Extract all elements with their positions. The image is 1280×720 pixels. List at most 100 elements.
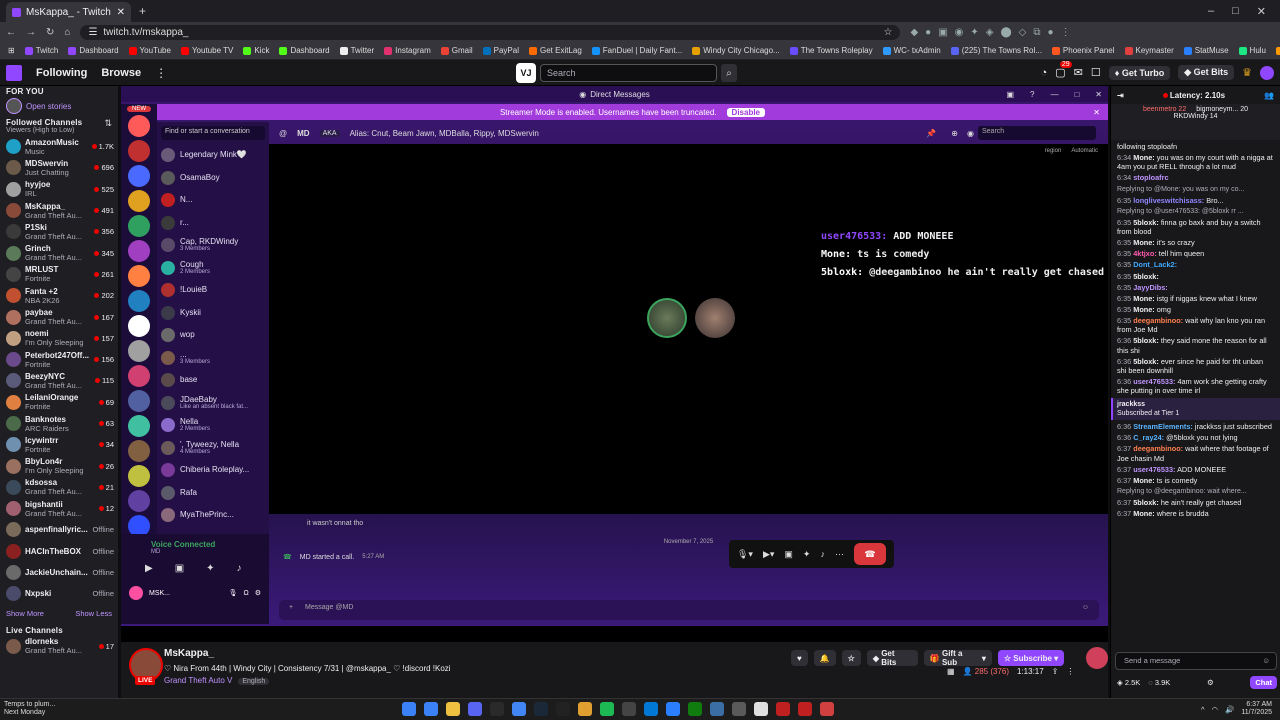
taskbar-app-icon[interactable] xyxy=(710,702,724,716)
wifi-icon[interactable]: ◠ xyxy=(1211,705,1218,714)
server-icon[interactable] xyxy=(128,440,150,462)
game-category[interactable]: Grand Theft Auto V English xyxy=(164,676,270,685)
help-icon[interactable]: ? xyxy=(1030,90,1034,99)
chat-send-button[interactable]: Chat xyxy=(1250,676,1277,689)
taskbar-app-icon[interactable] xyxy=(578,702,592,716)
extension-icon[interactable]: ◆ xyxy=(910,27,918,38)
sidebar-channel-item[interactable]: Banknotes ARC Raiders 63 xyxy=(0,413,118,434)
sidebar-channel-item[interactable]: hyyjoe IRL 525 xyxy=(0,179,118,200)
sidebar-channel-item[interactable]: MDSwervin Just Chatting 696 xyxy=(0,157,118,178)
chat-username[interactable]: 5bloxk: xyxy=(1133,272,1159,281)
menu-icon[interactable]: ⋮ xyxy=(1061,27,1071,38)
server-icon[interactable] xyxy=(128,390,150,412)
sidebar-channel-item[interactable]: paybae Grand Theft Au... 167 xyxy=(0,306,118,327)
get-bits-button[interactable]: ◆ Get Bits xyxy=(1178,65,1235,80)
taskbar-app-icon[interactable] xyxy=(446,702,460,716)
channel-points-2[interactable]: ◌ 3.9K xyxy=(1148,678,1170,687)
forward-icon[interactable]: → xyxy=(26,27,36,38)
server-icon[interactable] xyxy=(128,115,150,137)
sidebar-channel-item[interactable]: Fanta +2 NBA 2K26 202 xyxy=(0,285,118,306)
chat-username[interactable]: user476533: xyxy=(1133,377,1175,386)
dm-item[interactable]: Cough 2 Members xyxy=(157,257,269,280)
sidebar-channel-item[interactable]: Peterbot247Off... Fortnite 156 xyxy=(0,349,118,370)
bookmark-item[interactable]: Twitter xyxy=(339,46,374,55)
get-turbo-button[interactable]: ♦ Get Turbo xyxy=(1108,65,1171,80)
server-icon[interactable] xyxy=(128,490,150,512)
bookmark-item[interactable]: Hulu xyxy=(1238,46,1266,55)
chat-username[interactable]: deegambinoo: xyxy=(1133,316,1183,325)
minimize-icon[interactable]: — xyxy=(1050,90,1058,99)
dm-item[interactable]: r... xyxy=(157,212,269,235)
extensions-icon[interactable]: ▦ xyxy=(947,667,955,676)
crown-icon[interactable]: ♛ xyxy=(1242,66,1252,79)
whispers-icon[interactable]: ☐ xyxy=(1091,66,1101,79)
close-icon[interactable]: ✕ xyxy=(1095,90,1102,99)
add-friend-icon[interactable]: ⊕ xyxy=(951,129,958,138)
sidebar-channel-item[interactable]: aspenfinallyric... Offline xyxy=(0,519,118,540)
apps-icon[interactable]: ⊞ xyxy=(8,46,15,55)
dm-header-search[interactable]: Search xyxy=(978,126,1096,140)
settings-gear-icon[interactable]: ⚙ xyxy=(255,589,261,597)
close-window-icon[interactable]: ✕ xyxy=(1257,5,1266,18)
close-tab-icon[interactable]: ✕ xyxy=(117,7,125,18)
chat-username[interactable]: JayyDibs: xyxy=(1133,283,1167,292)
activities-icon[interactable]: ✦ xyxy=(206,563,214,574)
bookmark-item[interactable]: Get ExitLag xyxy=(528,46,582,55)
subscribe-button[interactable]: ☆ Subscribe ▾ xyxy=(997,650,1065,666)
chat-username[interactable]: Mone: xyxy=(1133,476,1154,485)
self-avatar[interactable] xyxy=(129,586,143,600)
bookmark-item[interactable]: PayPal xyxy=(482,46,519,55)
share-icon[interactable]: ⇪ xyxy=(1052,667,1059,676)
extension-icon[interactable]: ◉ xyxy=(955,27,964,38)
show-less-link[interactable]: Show Less xyxy=(75,609,112,618)
back-icon[interactable]: ← xyxy=(6,27,16,38)
url-bar[interactable]: ☰ twitch.tv/mskappa_ ☆ xyxy=(80,24,901,40)
sub-user[interactable]: jrackkss xyxy=(1117,400,1276,409)
sidebar-channel-item[interactable]: JackieUnchain... Offline xyxy=(0,562,118,583)
bookmark-item[interactable]: Twitch xyxy=(24,46,58,55)
dm-search-input[interactable]: Find or start a conversation xyxy=(161,126,265,140)
message-input[interactable]: + Message @MD ☺ xyxy=(279,600,1099,620)
leaderboard-entry[interactable]: beenmetro 22 xyxy=(1143,106,1186,113)
extension-icon[interactable]: ◈ xyxy=(986,27,994,38)
sidebar-channel-item[interactable]: dlorneks Grand Theft Au... 17 xyxy=(0,636,118,657)
chat-username[interactable]: Mone: xyxy=(1133,294,1154,303)
bookmark-item[interactable]: Gmail xyxy=(440,46,473,55)
mic-icon[interactable]: 🎙 xyxy=(229,589,238,597)
sidebar-channel-item[interactable]: kdsossa Grand Theft Au... 21 xyxy=(0,477,118,498)
sidebar-channel-item[interactable]: P1Ski Grand Theft Au... 356 xyxy=(0,221,118,242)
server-icon[interactable] xyxy=(128,340,150,362)
bookmark-item[interactable]: Dashboard xyxy=(68,46,119,55)
user-avatar[interactable] xyxy=(1260,65,1274,80)
server-icon[interactable] xyxy=(128,215,150,237)
chat-username[interactable]: Dont_Lack2: xyxy=(1133,260,1177,269)
emoji-icon[interactable]: ☺ xyxy=(1082,604,1089,611)
taskbar-app-icon[interactable] xyxy=(600,702,614,716)
pin-icon[interactable]: 📌 xyxy=(926,129,936,138)
maximize-icon[interactable]: □ xyxy=(1232,5,1239,18)
notification-bell-icon[interactable]: 🔔 xyxy=(813,650,836,666)
bookmark-item[interactable]: Instagram xyxy=(384,46,431,55)
server-icon[interactable] xyxy=(128,415,150,437)
call-participant-avatar[interactable] xyxy=(647,298,687,338)
chat-username[interactable]: 4ktjxo: xyxy=(1133,249,1157,258)
taskbar-app-icon[interactable] xyxy=(688,702,702,716)
home-icon[interactable]: ⌂ xyxy=(64,27,70,38)
server-icon[interactable] xyxy=(128,265,150,287)
dm-item[interactable]: Chiberia Roleplay... xyxy=(157,459,269,482)
browser-tab[interactable]: MsKappa_ - Twitch ✕ xyxy=(6,2,131,22)
hype-icon[interactable] xyxy=(1086,647,1108,669)
puzzle-icon[interactable]: ⧉ xyxy=(1033,27,1040,38)
sidebar-channel-item[interactable]: MRLUST Fortnite 261 xyxy=(0,264,118,285)
server-icon[interactable] xyxy=(128,140,150,162)
profile-icon[interactable]: ◉ xyxy=(967,129,974,138)
settings-gear-icon[interactable]: ⚙ xyxy=(1207,678,1214,687)
chat-input[interactable]: Send a message ☺ xyxy=(1115,652,1277,670)
search-icon[interactable]: ⌕ xyxy=(721,64,737,82)
chat-username[interactable]: 5bloxk: xyxy=(1133,336,1159,345)
tray-chevron-icon[interactable]: ^ xyxy=(1201,705,1205,714)
chat-username[interactable]: deegambinoo: xyxy=(1133,444,1183,453)
bookmark-item[interactable]: WC- txAdmin xyxy=(882,46,941,55)
chat-username[interactable]: 5bloxk: xyxy=(1133,357,1159,366)
sidebar-channel-item[interactable]: MsKappa_ Grand Theft Au... 491 xyxy=(0,200,118,221)
